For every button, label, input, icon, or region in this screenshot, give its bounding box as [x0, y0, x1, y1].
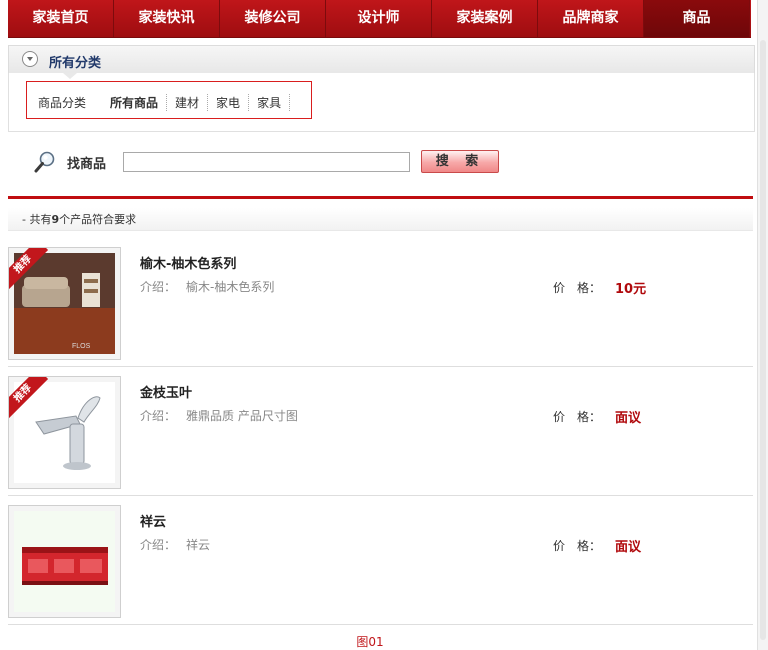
scrollbar-thumb[interactable] — [760, 40, 766, 640]
figure-caption: 图01 — [356, 635, 384, 649]
category-header-title: 所有分类 — [49, 56, 102, 71]
result-count-prefix: - 共有 — [22, 213, 52, 226]
category-row: 商品分类 所有商品 建材 家电 家具 — [38, 94, 291, 111]
tab-building-materials[interactable]: 建材 — [167, 94, 209, 111]
price-label: 价 格： — [553, 410, 602, 424]
product-title[interactable]: 金枝玉叶 — [140, 382, 192, 401]
product-image[interactable]: 推荐 — [8, 376, 121, 489]
nav-cases[interactable]: 家装案例 — [432, 0, 538, 37]
product-title[interactable]: 祥云 — [140, 511, 166, 530]
product-description: 介绍： 雅鼎品质 产品尺寸图 — [140, 407, 298, 424]
category-header: 所有分类 — [8, 45, 755, 74]
nav-home[interactable]: 家装首页 — [8, 0, 114, 37]
search-icon — [34, 151, 55, 173]
product-title[interactable]: 榆木-柚木色系列 — [140, 253, 236, 272]
price-value: 面议 — [615, 540, 642, 555]
tab-appliances[interactable]: 家电 — [208, 94, 250, 111]
desc-value: 榆木-柚木色系列 — [186, 280, 275, 294]
desc-label: 介绍： — [140, 409, 177, 423]
nav-companies[interactable]: 装修公司 — [220, 0, 326, 37]
product-description: 介绍： 祥云 — [140, 536, 210, 553]
nav-designers[interactable]: 设计师 — [326, 0, 432, 37]
list-item: 推荐 金枝玉叶 介绍： 雅鼎品质 产品尺寸图 价 格： 面议 — [8, 367, 753, 496]
result-count-number: 9 — [51, 213, 60, 226]
search-button[interactable]: 搜 索 — [421, 150, 499, 173]
nav-products[interactable]: 商品 — [644, 0, 750, 37]
result-count-suffix: 个产品符合要求 — [59, 213, 137, 226]
result-count-bar: - 共有9个产品符合要求 — [8, 208, 753, 231]
desc-value: 祥云 — [186, 538, 211, 552]
top-nav: 家装首页 家装快讯 装修公司 设计师 家装案例 品牌商家 商品 — [8, 0, 751, 38]
tab-furniture[interactable]: 家具 — [249, 94, 291, 111]
product-description: 介绍： 榆木-柚木色系列 — [140, 278, 274, 295]
search-label: 找商品 — [67, 157, 107, 172]
price-value: 10元 — [615, 282, 647, 297]
desc-label: 介绍： — [140, 538, 177, 552]
price-value: 面议 — [615, 411, 642, 426]
result-count: - 共有9个产品符合要求 — [22, 211, 136, 227]
product-image[interactable] — [8, 505, 121, 618]
nav-brands[interactable]: 品牌商家 — [538, 0, 644, 37]
price-label: 价 格： — [553, 281, 602, 295]
svg-text:FLOS: FLOS — [72, 343, 91, 350]
pointer-triangle — [63, 73, 77, 79]
search-input[interactable] — [123, 152, 410, 172]
desc-value: 雅鼎品质 产品尺寸图 — [186, 409, 298, 423]
divider — [8, 196, 753, 199]
list-item: 祥云 介绍： 祥云 价 格： 面议 — [8, 496, 753, 625]
price-label: 价 格： — [553, 539, 602, 553]
desc-label: 介绍： — [140, 280, 177, 294]
nav-news[interactable]: 家装快讯 — [114, 0, 220, 37]
vertical-scrollbar[interactable] — [757, 0, 768, 650]
product-image[interactable]: FLOS 推荐 — [8, 247, 121, 360]
chevron-down-icon[interactable] — [22, 51, 38, 67]
tab-all-products[interactable]: 所有商品 — [110, 94, 168, 111]
list-item: FLOS 推荐 榆木-柚木色系列 介绍： 榆木-柚木色系列 价 格： 10元 — [8, 238, 753, 367]
category-row-label: 商品分类 — [38, 96, 87, 110]
